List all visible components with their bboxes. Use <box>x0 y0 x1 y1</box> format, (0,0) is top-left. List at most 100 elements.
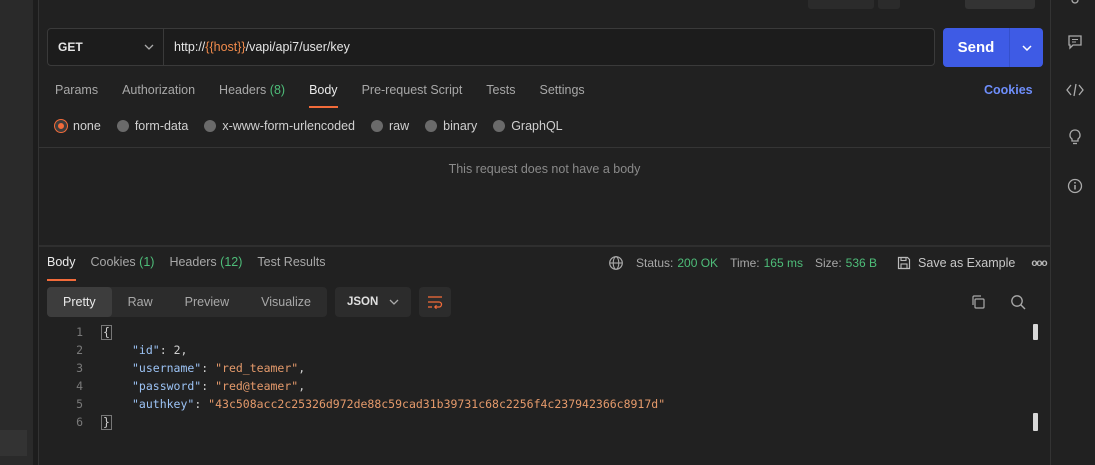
response-tab-cookies[interactable]: Cookies (1) <box>91 255 155 279</box>
status-label: Status: <box>636 256 674 270</box>
response-tab-body[interactable]: Body <box>47 255 76 281</box>
sidebar-selected-item[interactable] <box>0 430 27 456</box>
format-label: JSON <box>346 296 379 308</box>
format-select[interactable]: JSON <box>334 287 411 317</box>
code-line: 5 "authkey": "43c508acc2c25326d972de88c5… <box>47 395 1027 413</box>
pane-resize-handle[interactable] <box>39 245 1050 247</box>
tab-settings[interactable]: Settings <box>539 83 584 107</box>
radio-label: binary <box>443 119 478 133</box>
time-label: Time: <box>730 256 760 270</box>
radio-dot <box>204 120 217 132</box>
scrollbar-thumb[interactable] <box>1033 324 1038 340</box>
radio-none[interactable]: none <box>55 119 101 133</box>
time-value[interactable]: 165 ms <box>764 256 803 270</box>
user-icon[interactable] <box>1066 0 1084 12</box>
wrap-lines-button[interactable] <box>418 287 451 317</box>
view-preview[interactable]: Preview <box>169 287 245 317</box>
close-brace: } <box>101 414 112 430</box>
code-icon[interactable] <box>1066 81 1084 99</box>
cookies-count: (1) <box>139 255 155 269</box>
send-options-button[interactable] <box>1010 44 1043 51</box>
search-icon[interactable] <box>1010 294 1026 313</box>
info-icon[interactable] <box>1066 177 1084 195</box>
top-toolbar-button[interactable] <box>878 0 900 9</box>
tab-pre-request-script[interactable]: Pre-request Script <box>362 83 463 107</box>
radio-dot <box>116 120 129 132</box>
view-mode-toggle: Pretty Raw Preview Visualize <box>47 287 327 317</box>
radio-form-data[interactable]: form-data <box>116 119 189 133</box>
more-options-button[interactable]: ooo <box>1031 258 1047 269</box>
cookies-link[interactable]: Cookies <box>984 83 1033 97</box>
status-value[interactable]: 200 OK <box>677 256 718 270</box>
json-key: "id" <box>132 343 160 357</box>
chevron-down-icon <box>1021 44 1032 51</box>
save-icon <box>897 256 911 270</box>
tab-tests[interactable]: Tests <box>486 83 515 107</box>
send-label: Send <box>957 39 995 56</box>
url-variable: {{host}} <box>205 40 246 54</box>
json-value: 2 <box>173 343 181 357</box>
view-raw[interactable]: Raw <box>112 287 169 317</box>
response-tabs: Body Cookies (1) Headers (12) Test Resul… <box>47 255 341 281</box>
radio-dot <box>371 120 383 132</box>
code-line: 1 { <box>47 323 1027 341</box>
tab-label: Settings <box>539 83 585 97</box>
line-number: 6 <box>76 415 83 429</box>
send-button[interactable]: Send <box>943 28 1043 67</box>
size-label: Size: <box>814 256 842 270</box>
radio-label: GraphQL <box>511 119 563 133</box>
tab-label: Authorization <box>122 83 196 97</box>
wrap-lines-icon <box>427 296 443 309</box>
line-number: 4 <box>76 379 83 393</box>
tab-label: Tests <box>486 83 516 97</box>
tab-label: Headers <box>219 83 267 97</box>
body-type-radios: none form-data x-www-form-urlencoded raw… <box>55 119 579 133</box>
json-comma: , <box>298 379 306 393</box>
sidebar-resize-handle[interactable] <box>33 0 39 465</box>
response-status-bar: Status: 200 OK Time: 165 ms Size: 536 B Sav… <box>608 255 1048 271</box>
tab-params[interactable]: Params <box>55 83 98 107</box>
scrollbar-thumb[interactable] <box>1033 413 1038 431</box>
line-number: 3 <box>76 361 83 375</box>
radio-label: raw <box>389 119 410 133</box>
response-body-editor[interactable]: 1 { 2 "id": 2, 3 "username": "red_teamer… <box>47 323 1027 431</box>
json-value: "red@teamer" <box>215 379 299 393</box>
url-path: /vapi/api7/user/key <box>245 40 350 54</box>
method-select[interactable]: GET <box>48 29 164 65</box>
radio-dot <box>425 120 438 132</box>
comment-icon[interactable] <box>1066 33 1084 51</box>
view-pretty[interactable]: Pretty <box>47 287 112 317</box>
lightbulb-icon[interactable] <box>1066 128 1084 146</box>
line-number: 1 <box>76 325 83 339</box>
url-prefix: http:// <box>174 40 206 54</box>
radio-x-www-form-urlencoded[interactable]: x-www-form-urlencoded <box>204 119 355 133</box>
tab-authorization[interactable]: Authorization <box>122 83 195 107</box>
tab-label: Test Results <box>257 255 326 269</box>
save-as-example-button[interactable]: Save as Example <box>897 256 1015 270</box>
copy-icon[interactable] <box>970 294 986 313</box>
radio-graphql[interactable]: GraphQL <box>493 119 563 133</box>
top-toolbar-button[interactable] <box>808 0 874 9</box>
json-comma: , <box>298 361 306 375</box>
top-toolbar-button[interactable] <box>965 0 1035 9</box>
request-url-bar: GET http://{{host}}/vapi/api7/user/key <box>47 28 935 66</box>
radio-raw[interactable]: raw <box>371 119 409 133</box>
response-tab-test-results[interactable]: Test Results <box>257 255 325 279</box>
globe-icon[interactable] <box>608 255 624 271</box>
json-key: "password" <box>132 379 202 393</box>
right-sidebar <box>1050 0 1095 465</box>
json-key: "authkey" <box>132 397 195 411</box>
open-brace: { <box>101 324 112 340</box>
url-input[interactable]: http://{{host}}/vapi/api7/user/key <box>164 29 350 65</box>
radio-binary[interactable]: binary <box>425 119 477 133</box>
radio-label: form-data <box>134 119 189 133</box>
headers-count: (12) <box>220 255 243 269</box>
view-visualize[interactable]: Visualize <box>245 287 327 317</box>
size-value[interactable]: 536 B <box>846 256 877 270</box>
tab-body[interactable]: Body <box>309 83 338 108</box>
radio-dot <box>493 120 506 132</box>
response-tab-headers[interactable]: Headers (12) <box>169 255 242 279</box>
radio-dot-selected <box>55 120 67 132</box>
tab-headers[interactable]: Headers (8) <box>219 83 285 107</box>
save-as-example-label: Save as Example <box>918 256 1016 270</box>
